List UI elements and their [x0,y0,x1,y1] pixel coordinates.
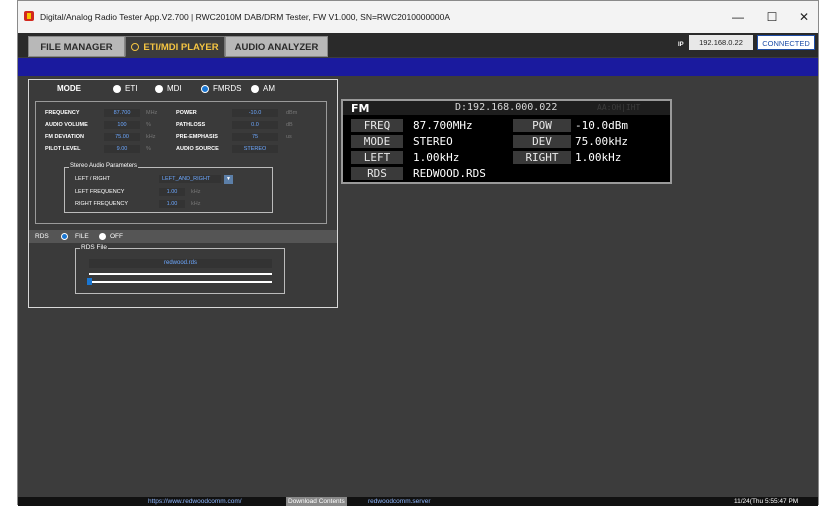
lcd-label-pow: POW [513,119,571,132]
lcd-indicators: AA:OH|IHT [597,103,641,112]
title-bar: Digital/Analog Radio Tester App.V2.700 |… [18,1,818,33]
mode-option-am: AM [263,84,275,93]
rds-file-group-label: RDS File [80,244,109,251]
lcd-value-mode: STEREO [413,135,453,148]
fm-deviation-input[interactable]: 75.00 [104,133,140,141]
mode-selector: MODE ETI MDI FMRDS AM [29,80,337,98]
pilot-level-label: PILOT LEVEL [45,146,81,152]
connection-status-button[interactable]: CONNECTED [757,35,815,50]
fm-deviation-label: FM DEVIATION [45,134,85,140]
audio-volume-unit: % [146,122,151,128]
rds-option-file: FILE [75,233,89,240]
audio-source-select[interactable]: STEREO [232,145,278,153]
audio-volume-input[interactable]: 100 [104,121,140,129]
frequency-label: FREQUENCY [45,110,80,116]
rds-slider-track[interactable] [89,281,272,283]
lcd-value-right: 1.00kHz [575,151,622,164]
ip-address-field[interactable]: 192.168.0.22 [689,35,753,50]
chevron-down-icon[interactable]: ▼ [224,175,233,184]
fm-settings-panel: MODE ETI MDI FMRDS AM FREQUENCY 87.700 M… [28,79,338,308]
rds-label: RDS [35,233,49,240]
rds-selector: RDS FILE OFF [29,230,337,243]
lcd-band: FM [351,102,370,115]
rds-file-field[interactable]: redwood.rds [89,259,272,268]
pre-emphasis-label: PRE-EMPHASIS [176,134,218,140]
lcd-value-dev: 75.00kHz [575,135,628,148]
mode-option-mdi: MDI [167,84,182,93]
right-frequency-input[interactable]: 1.00 [159,200,185,208]
left-right-label: LEFT / RIGHT [75,176,111,182]
left-frequency-unit: kHz [191,189,201,195]
lcd-header: FM D:192.168.000.022 AA:OH|IHT [343,101,670,115]
stereo-audio-parameters-group: Stereo Audio Parameters LEFT / RIGHT LEF… [64,163,273,213]
lcd-ip: D:192.168.000.022 [455,102,558,113]
tab-audio-analyzer[interactable]: AUDIO ANALYZER [225,36,328,57]
mode-radio-mdi[interactable] [155,85,163,93]
lcd-value-left: 1.00kHz [413,151,460,164]
right-frequency-label: RIGHT FREQUENCY [75,201,129,207]
pathloss-unit: dB [286,122,293,128]
maximize-button[interactable]: ☐ [758,7,786,27]
app-logo-icon [24,11,34,21]
power-input[interactable]: -10.0 [232,109,278,117]
power-unit: dBm [286,110,298,116]
pilot-level-input[interactable]: 9.00 [104,145,140,153]
right-frequency-unit: kHz [191,201,201,207]
fm-deviation-unit: kHz [146,134,156,140]
mode-radio-fmrds[interactable] [201,85,209,93]
close-button[interactable]: ✕ [790,7,818,27]
app-window: Digital/Analog Radio Tester App.V2.700 |… [17,0,819,506]
mode-option-eti: ETI [125,84,138,93]
rds-option-off: OFF [110,233,123,240]
lcd-value-rds: REDWOOD.RDS [413,167,486,180]
lcd-label-right: RIGHT [513,151,571,164]
player-icon [131,43,140,51]
rds-radio-file[interactable] [61,233,68,240]
pathloss-label: PATHLOSS [176,122,206,128]
rds-radio-off[interactable] [99,233,106,240]
mode-option-fmrds: FMRDS [213,84,242,93]
header-band [18,58,818,76]
audio-source-label: AUDIO SOURCE [176,146,219,152]
pathloss-input[interactable]: 0.0 [232,121,278,129]
frequency-unit: MHz [146,110,158,116]
power-label: POWER [176,110,197,116]
tab-label: FILE MANAGER [40,42,113,53]
left-frequency-input[interactable]: 1.00 [159,188,185,196]
rds-slider-thumb[interactable] [87,278,92,285]
audio-volume-label: AUDIO VOLUME [45,122,88,128]
lcd-label-mode: MODE [351,135,403,148]
rds-progress-line [89,273,272,275]
lcd-label-rds: RDS [351,167,403,180]
lcd-label-freq: FREQ [351,119,403,132]
stereo-group-label: Stereo Audio Parameters [69,163,139,169]
rds-file-group: RDS File redwood.rds [75,244,285,294]
minimize-button[interactable]: — [724,7,752,27]
tab-eti-mdi-player[interactable]: ETI/MDI PLAYER [125,36,225,57]
pre-emphasis-input[interactable]: 75 [232,133,278,141]
mode-radio-eti[interactable] [113,85,121,93]
lcd-label-dev: DEV [513,135,571,148]
lcd-value-pow: -10.0dBm [575,119,628,132]
lcd-display: FM D:192.168.000.022 AA:OH|IHT FREQ 87.7… [341,99,672,184]
tab-label: ETI/MDI PLAYER [143,42,219,53]
lcd-value-freq: 87.700MHz [413,119,473,132]
pre-emphasis-unit: us [286,134,292,140]
mode-label: MODE [57,84,81,93]
left-right-select[interactable]: LEFT_AND_RIGHT [159,175,221,183]
mode-radio-am[interactable] [251,85,259,93]
left-frequency-label: LEFT FREQUENCY [75,189,125,195]
lcd-label-left: LEFT [351,151,403,164]
frequency-input[interactable]: 87.700 [104,109,140,117]
window-title: Digital/Analog Radio Tester App.V2.700 |… [40,12,451,22]
fm-parameters-group: FREQUENCY 87.700 MHz AUDIO VOLUME 100 % … [35,101,327,224]
ip-label: IP [678,42,684,48]
tab-label: AUDIO ANALYZER [234,42,319,53]
tab-file-manager[interactable]: FILE MANAGER [28,36,125,57]
pilot-level-unit: % [146,146,151,152]
